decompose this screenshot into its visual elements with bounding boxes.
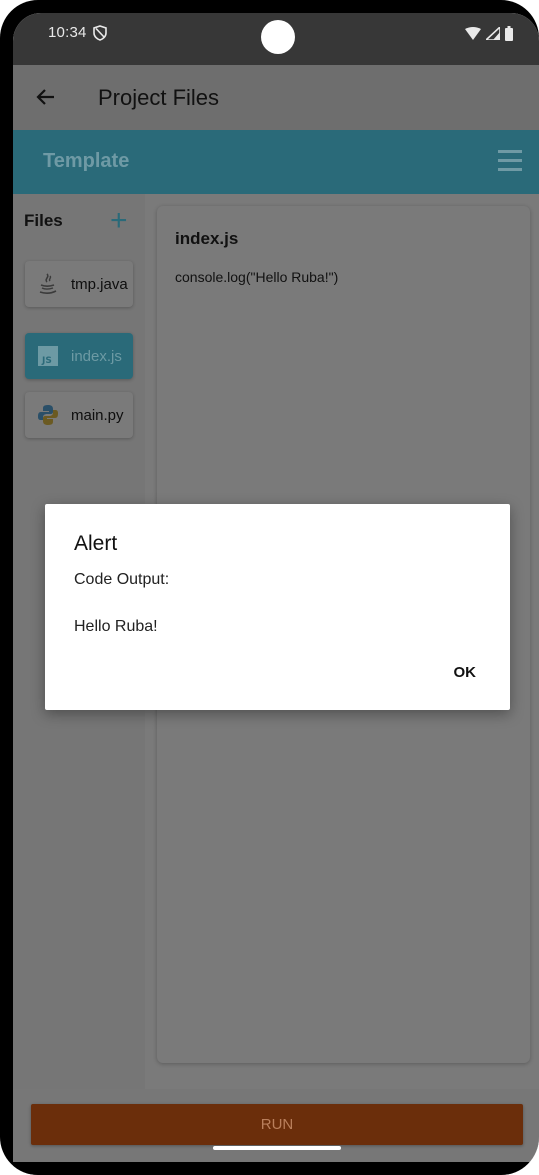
file-item-tmp-java[interactable]: tmp.java	[25, 261, 133, 307]
dialog-message-output: Hello Ruba!	[74, 618, 158, 635]
run-button[interactable]: RUN	[31, 1104, 523, 1145]
screen: 10:34 Project Files Template Files + tmp…	[13, 13, 539, 1175]
add-file-icon[interactable]: +	[110, 206, 128, 236]
camera-cutout	[261, 20, 295, 54]
template-bar: Template	[13, 130, 539, 194]
dialog-message-label: Code Output:	[74, 571, 170, 588]
navigation-bar	[13, 1162, 539, 1175]
dialog-title: Alert	[74, 532, 118, 555]
editor-filename: index.js	[175, 229, 239, 248]
file-name: tmp.java	[71, 275, 128, 293]
app-bar: Project Files	[13, 65, 539, 130]
file-name: main.py	[71, 406, 124, 424]
ok-button[interactable]: OK	[454, 664, 477, 681]
back-arrow-icon[interactable]	[34, 85, 58, 109]
battery-icon	[505, 26, 513, 46]
file-item-main-py[interactable]: main.py	[25, 392, 133, 438]
shield-icon	[93, 25, 107, 46]
alert-dialog: Alert Code Output: Hello Ruba! OK	[45, 504, 510, 710]
template-title: Template	[43, 150, 130, 172]
status-bar: 10:34	[13, 13, 539, 65]
files-heading: Files	[24, 211, 63, 230]
status-icons	[465, 25, 513, 46]
hamburger-menu-icon[interactable]	[498, 150, 522, 172]
home-handle[interactable]	[213, 1146, 341, 1150]
java-icon	[37, 273, 59, 295]
status-time: 10:34	[48, 24, 87, 41]
editor-code[interactable]: console.log("Hello Ruba!")	[175, 269, 338, 285]
file-item-index-js[interactable]: JS index.js	[25, 333, 133, 379]
svg-text:JS: JS	[41, 356, 52, 366]
signal-icon	[483, 25, 501, 45]
python-icon	[37, 404, 59, 426]
js-icon: JS	[37, 345, 59, 367]
page-title: Project Files	[98, 85, 220, 110]
device-frame: 10:34 Project Files Template Files + tmp…	[0, 0, 539, 1175]
wifi-icon	[465, 27, 481, 45]
file-name: index.js	[71, 347, 122, 365]
